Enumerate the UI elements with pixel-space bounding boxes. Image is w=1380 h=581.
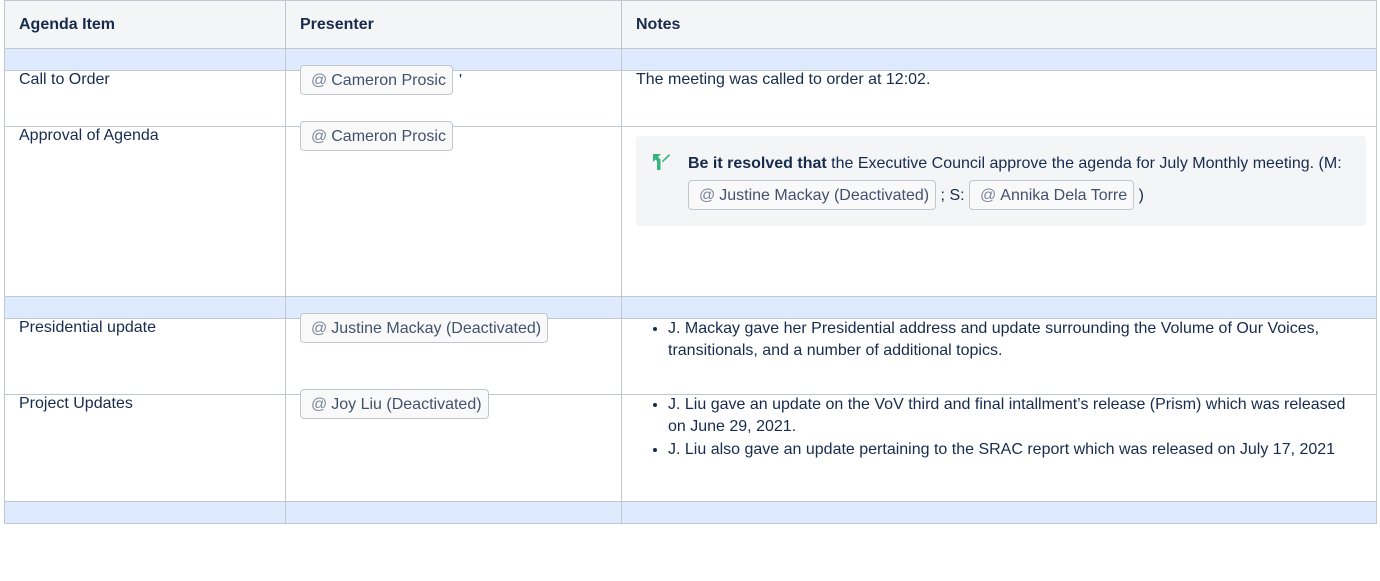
at-icon: @ <box>980 187 997 204</box>
decision-icon <box>653 154 670 170</box>
at-icon: @ <box>311 320 328 337</box>
user-mention-justine-mackay[interactable]: @ Justine Mackay (Deactivated) <box>300 313 549 343</box>
decision-text: ) <box>1134 187 1144 204</box>
list-item: J. Liu also gave an update pertaining to… <box>668 438 1362 461</box>
table-row: Presidential update @ Justine Mackay (Dea… <box>4 313 1377 395</box>
table-row: Approval of Agenda @ Cameron Prosic Be it… <box>4 121 1377 297</box>
presenter-cell: @ Cameron Prosic ' <box>285 65 622 127</box>
notes-list: J. Mackay gave her Presidential address … <box>636 317 1362 362</box>
user-mention-joy-liu[interactable]: @ Joy Liu (Deactivated) <box>300 389 489 419</box>
table-row: Project Updates @Joy Liu (Deactivated) J… <box>4 389 1377 502</box>
user-mention-justine-mackay[interactable]: @ Justine Mackay (Deactivated) <box>688 180 937 210</box>
agenda-item-cell: Approval of Agenda <box>4 126 286 297</box>
notes-list: J. Liu gave an update on the VoV third a… <box>636 393 1362 461</box>
spacer-row <box>4 48 1377 71</box>
decision-panel: Be it resolved that the Executive Counci… <box>636 136 1366 226</box>
header-presenter: Presenter <box>285 0 622 49</box>
header-notes: Notes <box>621 0 1377 49</box>
presenter-cell: @ Justine Mackay (Deactivated) <box>285 313 622 395</box>
table-header-row: Agenda Item Presenter Notes <box>4 0 1377 49</box>
notes-cell: J. Mackay gave her Presidential address … <box>621 317 1377 395</box>
user-mention-cameron-prosic[interactable]: @ Cameron Prosic <box>300 65 453 95</box>
at-icon: @ <box>311 72 328 89</box>
list-item: J. Liu gave an update on the VoV third a… <box>668 393 1362 438</box>
decision-text: the Executive Council approve the agenda… <box>826 155 1342 172</box>
stray-mark: ' <box>458 72 463 89</box>
table-row: Call to Order @ Cameron Prosic ' The meeti… <box>4 65 1377 127</box>
notes-cell: Be it resolved that the Executive Counci… <box>621 126 1377 297</box>
notes-cell: J. Liu gave an update on the VoV third a… <box>621 393 1377 502</box>
spacer-row <box>4 501 1377 524</box>
at-icon: @ <box>699 187 716 204</box>
at-icon: @ <box>311 128 328 145</box>
agenda-item-cell: Project Updates <box>4 394 286 502</box>
decision-lead: Be it resolved that <box>688 155 827 172</box>
at-icon: @ <box>311 396 328 413</box>
user-mention-annika-dela-torre[interactable]: @ Annika Dela Torre <box>969 180 1135 210</box>
presenter-cell: @ Joy Liu (Deactivated) <box>285 389 622 502</box>
decision-text: ; S: <box>936 187 970 204</box>
list-item: J. Mackay gave her Presidential address … <box>668 317 1362 362</box>
agenda-item-cell: Call to Order <box>4 70 286 127</box>
notes-cell: The meeting was called to order at 12:02… <box>621 70 1377 127</box>
agenda-item-cell: Presidential update <box>4 318 286 395</box>
agenda-table: Agenda Item Presenter Notes Call to Orde… <box>4 0 1377 524</box>
spacer-row <box>4 296 1377 319</box>
user-mention-cameron-prosic[interactable]: @ Cameron Prosic <box>300 121 453 151</box>
presenter-cell: @ Cameron Prosic <box>285 121 622 297</box>
header-agenda-item: Agenda Item <box>4 0 286 49</box>
